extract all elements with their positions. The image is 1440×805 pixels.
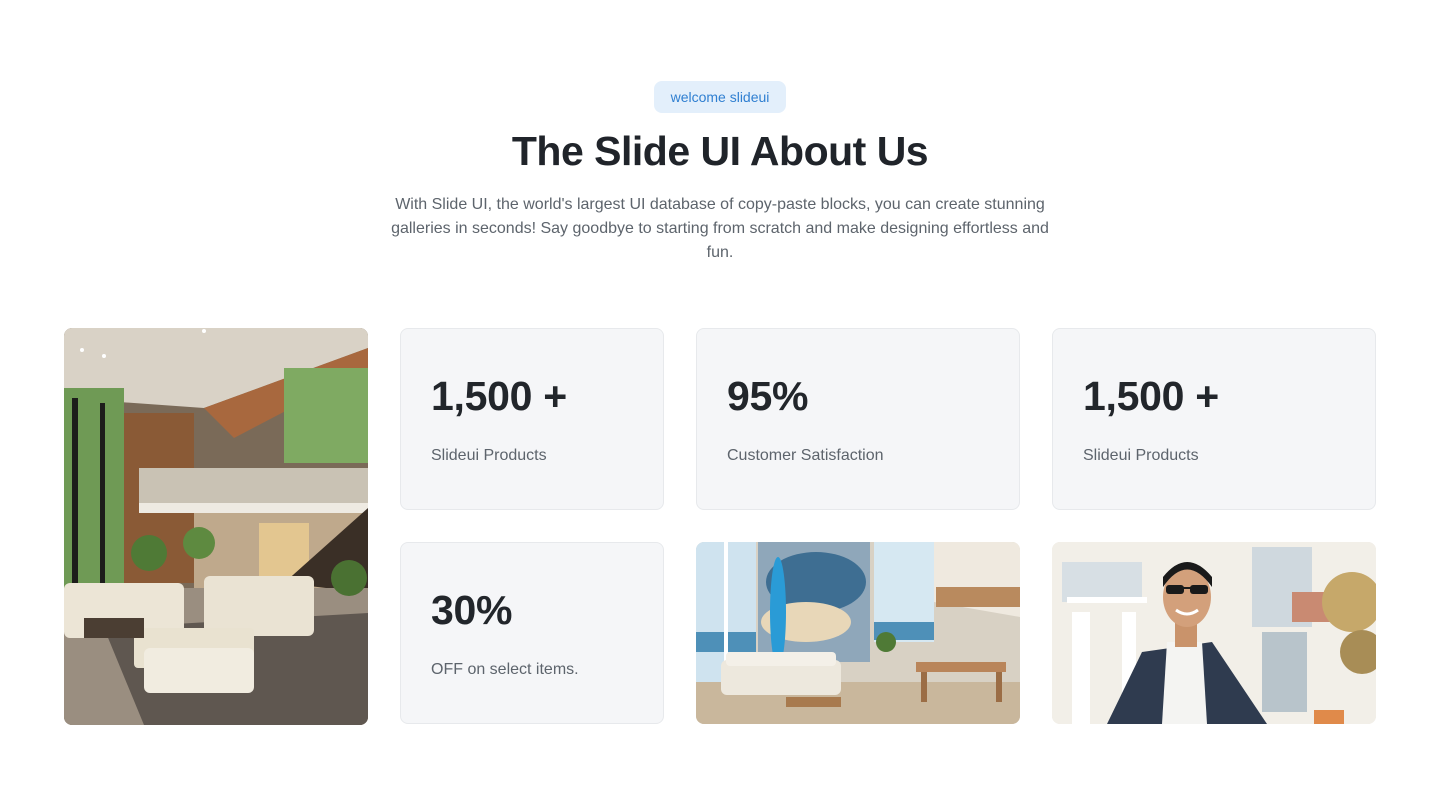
stat-card-discount: 30% OFF on select items. <box>400 542 664 724</box>
living-room-photo <box>64 328 368 725</box>
stat-card-satisfaction: 95% Customer Satisfaction <box>696 328 1020 510</box>
stat-value: 1,500 + <box>1083 373 1219 419</box>
welcome-badge: welcome slideui <box>654 81 786 113</box>
beach-house-photo <box>696 542 1020 724</box>
stat-label: Slideui Products <box>1083 447 1199 464</box>
stat-label: Customer Satisfaction <box>727 447 884 464</box>
stat-label: OFF on select items. <box>431 661 579 678</box>
stat-value: 30% <box>431 587 513 633</box>
section-description: With Slide UI, the world's largest UI da… <box>391 196 1049 261</box>
about-section: welcome slideui The Slide UI About Us Wi… <box>0 0 1440 805</box>
stat-card-products-2: 1,500 + Slideui Products <box>1052 328 1376 510</box>
section-title: The Slide UI About Us <box>511 128 929 174</box>
stat-label: Slideui Products <box>431 447 547 464</box>
stat-card-products: 1,500 + Slideui Products <box>400 328 664 510</box>
agent-portrait-photo <box>1052 542 1376 724</box>
stat-value: 95% <box>727 373 809 419</box>
stat-value: 1,500 + <box>431 373 567 419</box>
